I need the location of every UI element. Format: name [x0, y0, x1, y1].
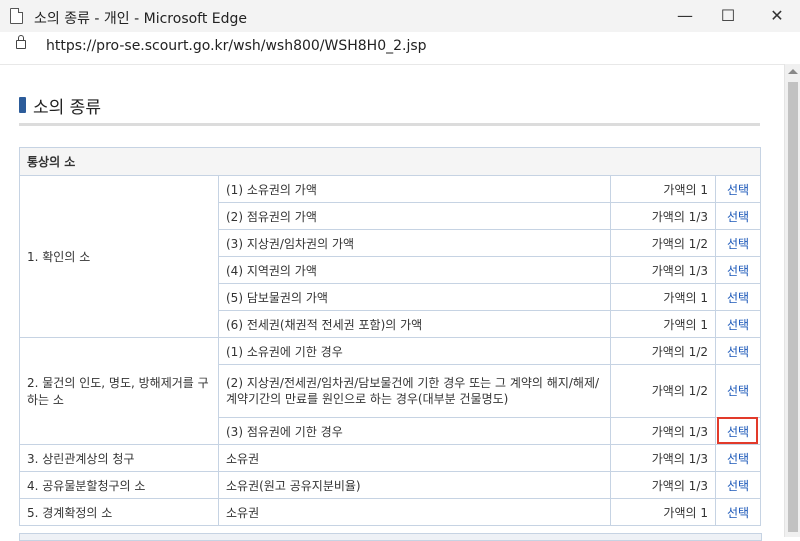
row-value: 가액의 1 [610, 283, 716, 311]
group-label: 3. 상린관계상의 청구 [19, 444, 219, 472]
vertical-scrollbar[interactable] [784, 64, 800, 537]
select-link[interactable]: 선택 [727, 506, 749, 520]
row-desc: (3) 점유권에 기한 경우 [218, 417, 611, 445]
close-button[interactable]: ✕ [754, 0, 800, 32]
row-desc: 소유권 [218, 498, 611, 526]
group-label: 1. 확인의 소 [19, 175, 219, 338]
select-link[interactable]: 선택 [727, 479, 749, 493]
row-desc: (2) 지상권/전세권/임차권/담보물건에 기한 경우 또는 그 계약의 해지/… [218, 364, 611, 418]
row-desc: (1) 소유권에 기한 경우 [218, 337, 611, 365]
url-text[interactable]: https://pro-se.scourt.go.kr/wsh/wsh800/W… [46, 38, 427, 54]
row-desc: 소유권(원고 공유지분비율) [218, 471, 611, 499]
heading-divider [19, 123, 760, 126]
next-section-edge [19, 533, 762, 541]
lawsuit-type-table: 통상의 소 1. 확인의 소 (1) 소유권의 가액 가액의 1 선택 (2) … [18, 147, 762, 526]
select-link[interactable]: 선택 [727, 384, 749, 398]
scroll-up-arrow-icon[interactable] [788, 69, 798, 74]
select-link[interactable]: 선택 [727, 345, 749, 359]
heading-marker [19, 97, 26, 113]
select-link[interactable]: 선택 [727, 210, 749, 224]
highlight-box [717, 417, 758, 444]
row-value: 가액의 1 [610, 175, 716, 203]
minimize-button[interactable]: — [662, 0, 708, 32]
page-title: 소의 종류 [33, 98, 101, 118]
select-link[interactable]: 선택 [727, 452, 749, 466]
row-value: 가액의 1/3 [610, 471, 716, 499]
select-link[interactable]: 선택 [727, 291, 749, 305]
select-link[interactable]: 선택 [727, 183, 749, 197]
row-value: 가액의 1/2 [610, 337, 716, 365]
section-header: 통상의 소 [18, 147, 762, 176]
row-desc: (3) 지상권/임차권의 가액 [218, 229, 611, 257]
row-desc: (6) 전세권(채권적 전세권 포함)의 가액 [218, 310, 611, 338]
group-label: 2. 물건의 인도, 명도, 방해제거를 구하는 소 [19, 337, 219, 445]
row-value: 가액의 1 [610, 310, 716, 338]
scroll-thumb[interactable] [788, 82, 798, 532]
group-label: 5. 경계확정의 소 [19, 498, 219, 526]
select-link[interactable]: 선택 [727, 264, 749, 278]
row-desc: 소유권 [218, 444, 611, 472]
lock-icon[interactable] [16, 35, 26, 49]
window-titlebar: 소의 종류 - 개인 - Microsoft Edge — ☐ ✕ [0, 0, 800, 33]
group-label: 4. 공유물분할청구의 소 [19, 471, 219, 499]
row-value: 가액의 1/3 [610, 417, 716, 445]
row-value: 가액의 1/2 [610, 229, 716, 257]
row-value: 가액의 1/3 [610, 256, 716, 284]
row-desc: (1) 소유권의 가액 [218, 175, 611, 203]
row-value: 가액의 1/3 [610, 444, 716, 472]
row-value: 가액의 1 [610, 498, 716, 526]
row-value: 가액의 1/3 [610, 202, 716, 230]
row-desc: (5) 담보물권의 가액 [218, 283, 611, 311]
window-title: 소의 종류 - 개인 - Microsoft Edge [34, 11, 248, 27]
document-icon [10, 8, 23, 24]
maximize-button[interactable]: ☐ [705, 0, 751, 32]
row-desc: (2) 점유권의 가액 [218, 202, 611, 230]
select-link[interactable]: 선택 [727, 237, 749, 251]
row-value: 가액의 1/2 [610, 364, 716, 418]
select-link[interactable]: 선택 [727, 318, 749, 332]
row-desc: (4) 지역권의 가액 [218, 256, 611, 284]
